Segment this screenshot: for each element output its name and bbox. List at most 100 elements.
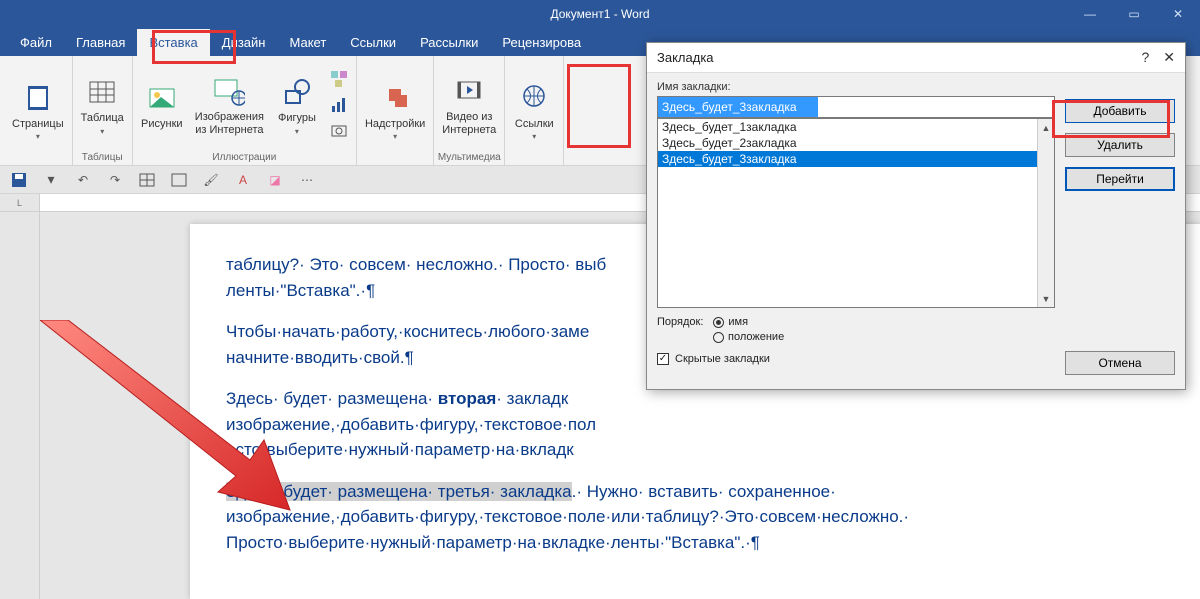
vertical-ruler[interactable] bbox=[0, 212, 40, 599]
selected-text: Здесь· будет· размещена· третья· закладк… bbox=[226, 482, 572, 501]
close-button[interactable]: ✕ bbox=[1156, 0, 1200, 28]
add-button[interactable]: Добавить bbox=[1065, 99, 1175, 123]
text-fragment: Чтобы·начать·работу,·коснитесь·любого·за… bbox=[226, 322, 589, 341]
help-button[interactable]: ? bbox=[1141, 49, 1149, 66]
scroll-down-icon[interactable]: ▼ bbox=[1038, 290, 1054, 307]
illustration-extras bbox=[324, 64, 354, 146]
title-bar: Документ1 - Word — ▭ ✕ bbox=[0, 0, 1200, 28]
list-item[interactable]: Здесь_будет_2закладка bbox=[658, 135, 1054, 151]
tables-group-label: Таблицы bbox=[82, 150, 123, 164]
text-fragment: начните·вводить·свой.¶ bbox=[226, 348, 414, 367]
menu-references[interactable]: Ссылки bbox=[338, 29, 408, 56]
radio-label: имя bbox=[728, 316, 748, 328]
addins-button[interactable]: Надстройки ▾ bbox=[359, 78, 431, 144]
window-controls: — ▭ ✕ bbox=[1068, 0, 1200, 28]
table-icon bbox=[86, 76, 118, 108]
chevron-down-icon: ▾ bbox=[100, 127, 104, 136]
chevron-down-icon: ▾ bbox=[532, 132, 536, 141]
hidden-bookmarks-checkbox[interactable] bbox=[657, 353, 669, 365]
shapes-button[interactable]: Фигуры ▾ bbox=[270, 72, 324, 138]
eraser-icon[interactable]: ◪ bbox=[264, 170, 286, 190]
window-title: Документ1 - Word bbox=[550, 7, 649, 21]
shapes-label: Фигуры bbox=[278, 112, 316, 125]
links-button[interactable]: Ссылки ▾ bbox=[507, 78, 561, 144]
smartart-button[interactable] bbox=[328, 68, 350, 90]
screenshot-button[interactable] bbox=[328, 120, 350, 142]
text-fragment: · закладк bbox=[496, 389, 568, 408]
menu-home[interactable]: Главная bbox=[64, 29, 137, 56]
links-label: Ссылки bbox=[515, 118, 554, 131]
bookmark-name-label: Имя закладки: bbox=[657, 81, 1055, 93]
menu-review[interactable]: Рецензирова bbox=[490, 29, 593, 56]
table-button[interactable]: Таблица ▾ bbox=[75, 72, 130, 138]
order-position-radio[interactable]: положение bbox=[713, 331, 784, 343]
list-quick-icon[interactable] bbox=[168, 170, 190, 190]
menu-mailings[interactable]: Рассылки bbox=[408, 29, 490, 56]
menu-insert[interactable]: Вставка bbox=[137, 29, 209, 56]
illustrations-group-label: Иллюстрации bbox=[212, 150, 276, 164]
order-name-radio[interactable]: имя bbox=[713, 316, 748, 328]
pages-label: Страницы bbox=[12, 118, 64, 131]
online-pictures-label: Изображения из Интернета bbox=[195, 111, 264, 136]
online-video-label: Видео из Интернета bbox=[442, 111, 496, 136]
goto-button[interactable]: Перейти bbox=[1065, 167, 1175, 191]
table-quick-icon[interactable] bbox=[136, 170, 158, 190]
undo-icon[interactable]: ↶ bbox=[72, 170, 94, 190]
shapes-icon bbox=[281, 76, 313, 108]
online-pictures-button[interactable]: Изображения из Интернета bbox=[189, 71, 270, 138]
more-quick-icon[interactable]: ⋯ bbox=[296, 170, 318, 190]
radio-label: положение bbox=[728, 331, 784, 343]
restore-button[interactable]: ▭ bbox=[1112, 0, 1156, 28]
addins-label: Надстройки bbox=[365, 118, 425, 131]
font-color-icon[interactable]: A bbox=[232, 170, 254, 190]
order-label: Порядок: bbox=[657, 316, 703, 328]
table-label: Таблица bbox=[81, 112, 124, 125]
undo-arrow-icon[interactable]: ▾ bbox=[40, 170, 62, 190]
dialog-title: Закладка bbox=[657, 50, 714, 65]
close-icon[interactable]: ✕ bbox=[1163, 49, 1175, 66]
cancel-button[interactable]: Отмена bbox=[1065, 351, 1175, 375]
chevron-down-icon: ▾ bbox=[393, 132, 397, 141]
addins-icon bbox=[379, 82, 411, 114]
dialog-title-bar[interactable]: Закладка ? ✕ bbox=[647, 43, 1185, 73]
format-painter-icon[interactable]: 🖌 bbox=[200, 170, 222, 190]
minimize-button[interactable]: — bbox=[1068, 0, 1112, 28]
text-fragment: таблицу?· Это· совсем· несложно.· Просто… bbox=[226, 255, 606, 274]
redo-icon[interactable]: ↷ bbox=[104, 170, 126, 190]
delete-button[interactable]: Удалить bbox=[1065, 133, 1175, 157]
media-group-label: Мультимедиа bbox=[438, 150, 501, 164]
bookmark-list[interactable]: Здесь_будет_1закладка Здесь_будет_2закла… bbox=[657, 118, 1055, 308]
chevron-down-icon: ▾ bbox=[36, 132, 40, 141]
text-fragment: Здесь· будет· размещена· bbox=[226, 389, 438, 408]
menu-design[interactable]: Дизайн bbox=[210, 29, 278, 56]
pictures-icon bbox=[146, 82, 178, 114]
online-video-button[interactable]: Видео из Интернета bbox=[436, 71, 502, 138]
scroll-up-icon[interactable]: ▲ bbox=[1038, 119, 1054, 136]
menu-layout[interactable]: Макет bbox=[277, 29, 338, 56]
save-icon[interactable] bbox=[8, 170, 30, 190]
links-icon bbox=[518, 82, 550, 114]
pages-icon bbox=[22, 82, 54, 114]
list-item[interactable]: Здесь_будет_3закладка bbox=[658, 151, 1054, 167]
bold-word: вторая bbox=[438, 389, 496, 408]
bookmark-name-input[interactable] bbox=[657, 96, 1055, 118]
chevron-down-icon: ▾ bbox=[295, 127, 299, 136]
pictures-button[interactable]: Рисунки bbox=[135, 78, 189, 133]
list-item[interactable]: Здесь_будет_1закладка bbox=[658, 119, 1054, 135]
text-fragment: Просто·выберите·нужный·параметр·на·вклад… bbox=[226, 533, 760, 552]
online-pictures-icon bbox=[213, 75, 245, 107]
checkbox-label: Скрытые закладки bbox=[675, 353, 770, 365]
scrollbar[interactable]: ▲ ▼ bbox=[1037, 119, 1054, 307]
text-fragment: изображение,·добавить·фигуру,·текстовое·… bbox=[226, 507, 909, 526]
text-fragment: ленты·"Вставка".·¶ bbox=[226, 281, 375, 300]
pictures-label: Рисунки bbox=[141, 118, 183, 131]
text-fragment: осто·выберите·нужный·параметр·на·вкладк bbox=[226, 440, 574, 459]
bookmark-dialog: Закладка ? ✕ Имя закладки: Здесь_будет_1… bbox=[646, 42, 1186, 390]
ruler-corner: L bbox=[0, 194, 40, 212]
menu-file[interactable]: Файл bbox=[8, 29, 64, 56]
chart-button[interactable] bbox=[328, 94, 350, 116]
text-fragment: .· Нужно· вставить· сохраненное· bbox=[572, 482, 836, 501]
text-fragment: изображение,·добавить·фигуру,·текстовое·… bbox=[226, 415, 596, 434]
online-video-icon bbox=[453, 75, 485, 107]
pages-button[interactable]: Страницы ▾ bbox=[6, 78, 70, 144]
